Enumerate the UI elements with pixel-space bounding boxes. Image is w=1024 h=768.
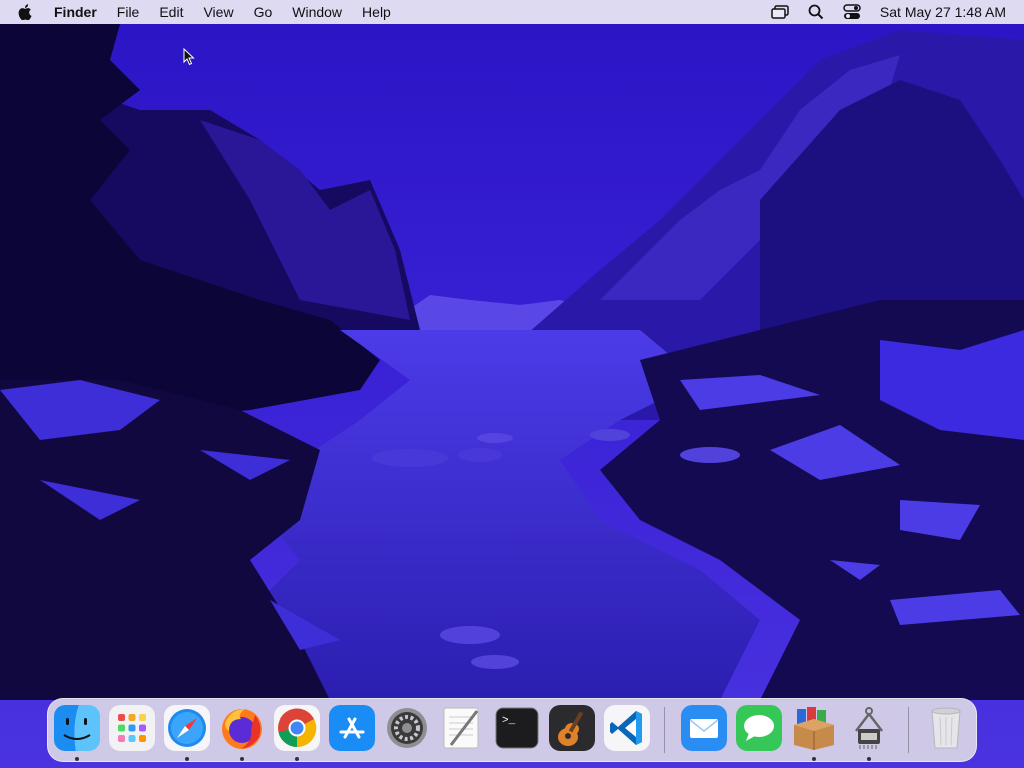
dock-separator — [908, 707, 909, 753]
dock-textedit-icon[interactable] — [439, 705, 485, 751]
dock-archive-utility-icon[interactable] — [791, 705, 837, 751]
running-indicator — [185, 757, 189, 761]
dock-launchpad-icon[interactable] — [109, 705, 155, 751]
menu-file[interactable]: File — [107, 0, 150, 24]
menu-bar: Finder File Edit View Go Window Help Sat… — [0, 0, 1024, 24]
running-indicator — [75, 757, 79, 761]
dock-app-store-icon[interactable] — [329, 705, 375, 751]
desktop-wallpaper — [0, 0, 1024, 768]
search-icon[interactable] — [806, 2, 826, 22]
dock-finder-icon[interactable] — [54, 705, 100, 751]
dock-trash-icon[interactable] — [923, 705, 969, 751]
menu-window[interactable]: Window — [282, 0, 352, 24]
running-indicator — [240, 757, 244, 761]
dock-messages-icon[interactable] — [736, 705, 782, 751]
running-indicator — [867, 757, 871, 761]
dock-separator — [664, 707, 665, 753]
dock-firefox-icon[interactable] — [219, 705, 265, 751]
screen-mirroring-icon[interactable] — [770, 2, 790, 22]
dock-chrome-icon[interactable] — [274, 705, 320, 751]
dock-mail-icon[interactable] — [681, 705, 727, 751]
menu-edit[interactable]: Edit — [149, 0, 193, 24]
running-indicator — [812, 757, 816, 761]
menu-go[interactable]: Go — [244, 0, 283, 24]
menu-clock[interactable]: Sat May 27 1:48 AM — [880, 4, 1006, 20]
dock-garageband-icon[interactable] — [549, 705, 595, 751]
dock-system-preferences-icon[interactable] — [384, 705, 430, 751]
running-indicator — [295, 757, 299, 761]
control-center-icon[interactable] — [842, 2, 862, 22]
menu-help[interactable]: Help — [352, 0, 401, 24]
dock-terminal-icon[interactable]: >_ — [494, 705, 540, 751]
dock-safari-icon[interactable] — [164, 705, 210, 751]
dock: >_ — [47, 698, 977, 762]
menu-app-name[interactable]: Finder — [46, 0, 107, 24]
dock-vscode-icon[interactable] — [604, 705, 650, 751]
menu-view[interactable]: View — [193, 0, 243, 24]
svg-text:>_: >_ — [502, 715, 516, 727]
mouse-pointer-icon — [183, 48, 195, 66]
apple-menu-icon[interactable] — [0, 0, 46, 24]
dock-system-information-icon[interactable] — [846, 705, 892, 751]
